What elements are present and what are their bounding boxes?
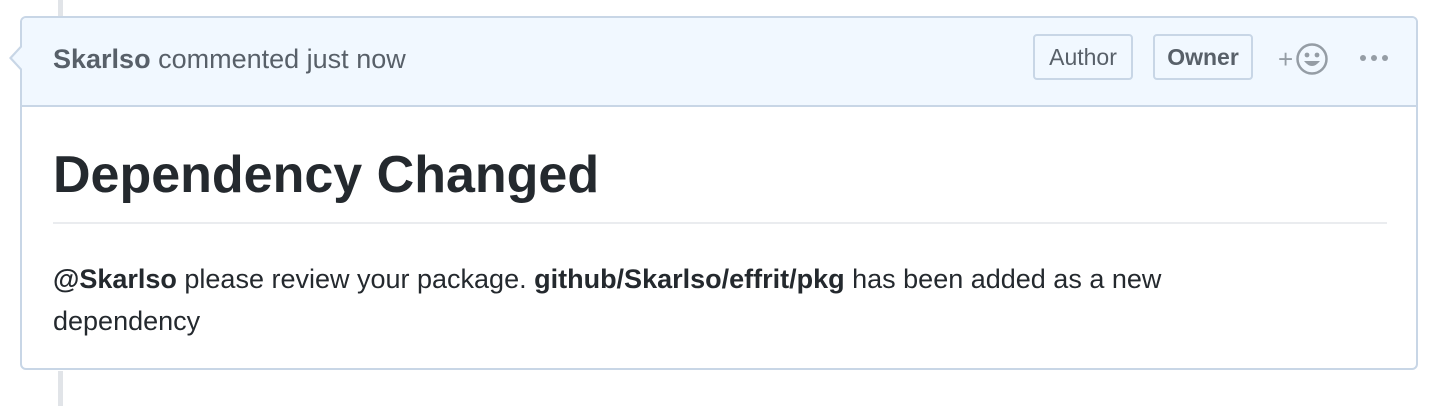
owner-badge: Owner xyxy=(1153,34,1253,80)
timeline-comment: Skarlso commented just now Author Owner … xyxy=(9,16,1418,370)
comment-timestamp[interactable]: just now xyxy=(307,44,406,74)
user-mention[interactable]: @Skarlso xyxy=(53,264,177,294)
comment-meta: Skarlso commented just now xyxy=(53,44,406,75)
comment-text-part-1: please review your package. xyxy=(176,264,535,294)
author-badge: Author xyxy=(1033,34,1133,80)
comment-caret-fill xyxy=(12,46,23,70)
comment-title: Dependency Changed xyxy=(53,107,1387,224)
smiley-icon xyxy=(1296,43,1328,75)
package-name: github/Skarlso/effrit/pkg xyxy=(534,264,845,294)
kebab-horizontal-icon[interactable] xyxy=(1358,46,1390,70)
author-link[interactable]: Skarlso xyxy=(53,44,151,74)
comment-header: Skarlso commented just now Author Owner … xyxy=(12,18,1416,107)
comment-text: @Skarlso please review your package. git… xyxy=(53,224,1253,342)
comment-body: Dependency Changed @Skarlso please revie… xyxy=(53,107,1387,342)
add-reaction-button[interactable]: + xyxy=(1278,42,1329,76)
reaction-plus: + xyxy=(1278,44,1294,74)
comment-action: commented xyxy=(158,44,300,74)
timeline-line-bottom xyxy=(58,371,63,406)
timeline-line-top xyxy=(58,0,63,17)
